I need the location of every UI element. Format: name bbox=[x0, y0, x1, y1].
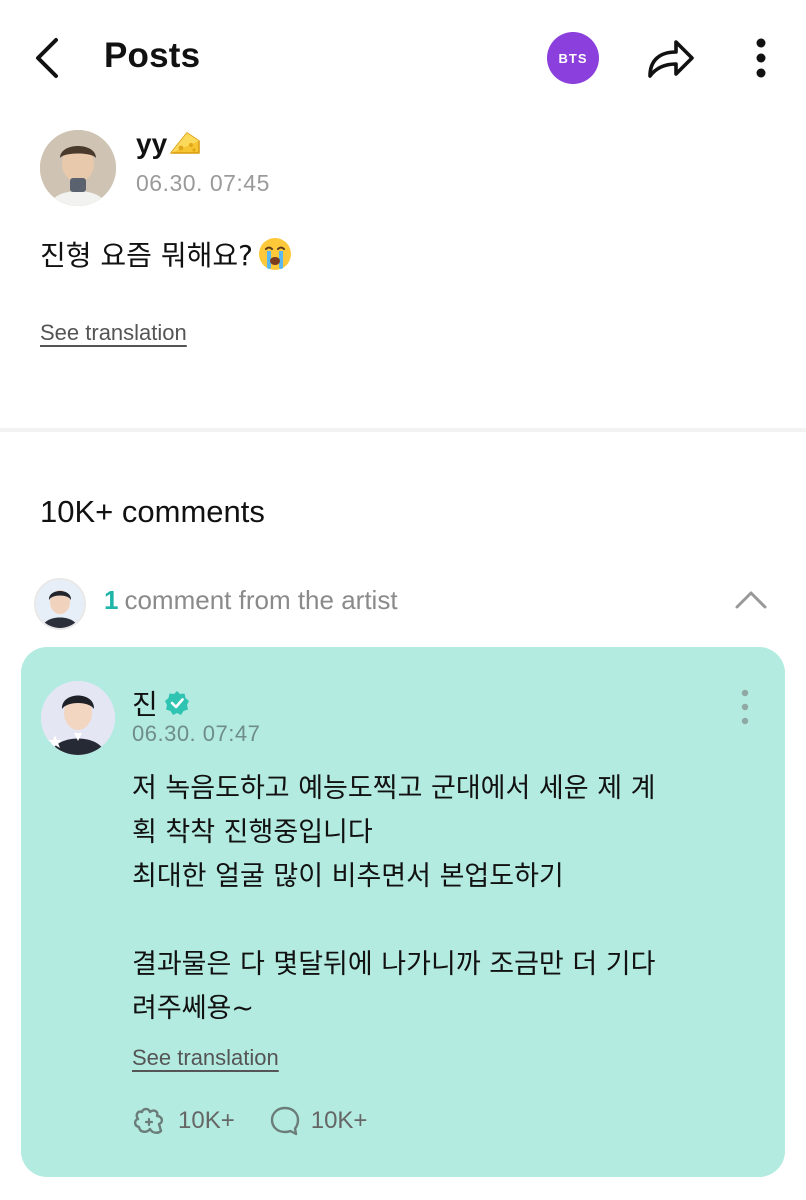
reply-count: 10K+ bbox=[310, 1107, 368, 1134]
post-timestamp: 06.30. 07:45 bbox=[136, 170, 270, 196]
post-author-name[interactable]: yy bbox=[136, 128, 203, 160]
chevron-up-icon bbox=[735, 591, 767, 609]
verified-badge-icon bbox=[164, 691, 189, 715]
artist-comment-timestamp: 06.30. 07:47 bbox=[132, 721, 261, 746]
page-title: Posts bbox=[104, 36, 201, 75]
comments-count-heading: 10K+ comments bbox=[40, 494, 265, 529]
comment-line-blank bbox=[132, 899, 752, 943]
top-app-bar: Posts BTS bbox=[0, 0, 806, 116]
crying-face-icon bbox=[258, 238, 291, 270]
share-icon bbox=[648, 40, 694, 78]
comment-more-button[interactable] bbox=[737, 687, 753, 727]
more-vertical-icon bbox=[756, 38, 766, 78]
back-arrow-icon bbox=[36, 38, 58, 78]
post-see-translation-link[interactable]: See translation bbox=[40, 320, 187, 346]
share-button[interactable] bbox=[644, 34, 698, 82]
cheese-icon bbox=[170, 132, 200, 154]
comment-actions: 10K+ 10K+ bbox=[132, 1105, 401, 1137]
artist-comments-label: 1 comment from the artist bbox=[104, 585, 398, 616]
artist-name[interactable]: 진 bbox=[132, 683, 190, 723]
like-count: 10K+ bbox=[178, 1107, 235, 1134]
post-text-content: 진형 요즘 뭐해요? bbox=[40, 239, 253, 272]
artist-comment-text: 저 녹음도하고 예능도찍고 군대에서 세운 제 계 획 착착 진행중입니다 최대… bbox=[132, 767, 752, 1031]
comment-line: 저 녹음도하고 예능도찍고 군대에서 세운 제 계 bbox=[132, 773, 656, 804]
artist-comments-toggle[interactable]: 1 comment from the artist bbox=[30, 574, 776, 630]
post-text: 진형 요즘 뭐해요? bbox=[40, 234, 293, 274]
post-author-label: yy bbox=[136, 128, 168, 159]
comment-line: 최대한 얼굴 많이 비추면서 본업도하기 bbox=[132, 861, 564, 892]
artist-comments-text: comment from the artist bbox=[124, 585, 398, 615]
artist-comments-count: 1 bbox=[104, 585, 119, 615]
more-options-button[interactable] bbox=[745, 36, 777, 80]
comment-line: 획 착착 진행중입니다 bbox=[132, 817, 373, 848]
section-divider bbox=[0, 428, 806, 432]
back-button[interactable] bbox=[30, 36, 70, 80]
comment-line: 려주쎄용~ bbox=[132, 993, 254, 1024]
artist-name-label: 진 bbox=[132, 688, 158, 721]
post-author-avatar[interactable] bbox=[40, 130, 116, 206]
reply-button[interactable]: 10K+ bbox=[269, 1105, 368, 1137]
comment-line: 결과물은 다 몇달뒤에 나가니까 조금만 더 기다 bbox=[132, 949, 656, 980]
comment-see-translation-link[interactable]: See translation bbox=[132, 1045, 279, 1071]
like-button[interactable]: 10K+ bbox=[132, 1105, 235, 1137]
comment-bubble-icon bbox=[270, 1106, 299, 1136]
community-badge[interactable]: BTS bbox=[547, 32, 599, 84]
artist-avatar[interactable] bbox=[41, 681, 115, 755]
more-vertical-icon bbox=[741, 689, 749, 725]
like-icon bbox=[133, 1107, 164, 1134]
artist-mini-avatar bbox=[34, 578, 86, 630]
artist-comment-card: 진 06.30. 07:47 저 녹음도하고 예능도찍고 군대에서 세운 제 계… bbox=[21, 647, 785, 1177]
